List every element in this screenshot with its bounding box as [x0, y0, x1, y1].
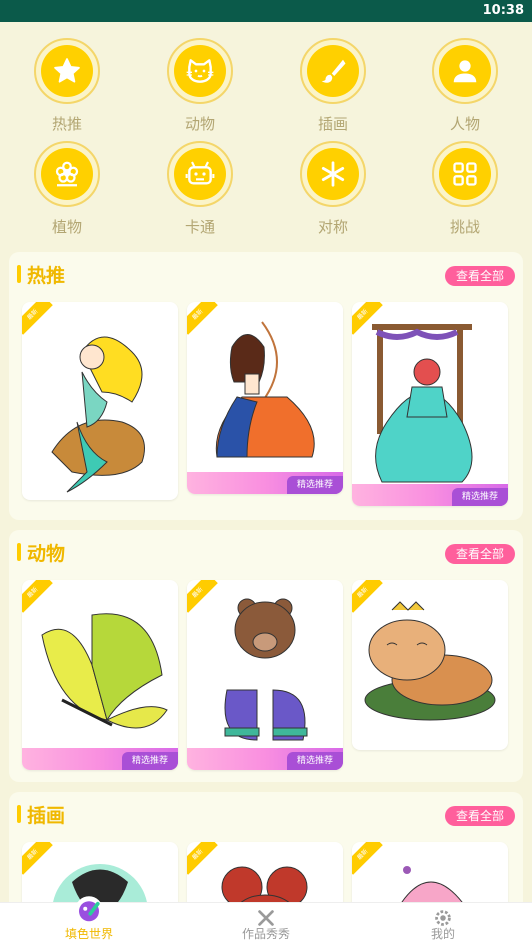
- category-label: 人物: [449, 115, 480, 133]
- view-all-button[interactable]: 查看全部: [445, 266, 515, 286]
- category-plants[interactable]: 植物: [22, 141, 112, 237]
- new-badge: 最新: [22, 842, 53, 875]
- new-badge: 最新: [22, 302, 53, 335]
- palette-icon: [75, 896, 103, 924]
- card-butterfly[interactable]: 最新 精选推荐: [22, 580, 178, 770]
- cat-icon: [186, 59, 214, 83]
- view-all-button[interactable]: 查看全部: [445, 544, 515, 564]
- category-label: 对称: [317, 218, 348, 236]
- status-bar: 10:38: [0, 0, 532, 22]
- category-symmetry[interactable]: 对称: [288, 141, 378, 237]
- tab-label: 我的: [430, 927, 455, 941]
- card-bear[interactable]: 最新 精选推荐: [187, 580, 343, 770]
- category-label: 动物: [184, 115, 215, 133]
- status-time: 10:38: [482, 3, 524, 18]
- featured-ribbon: 精选推荐: [352, 484, 508, 506]
- category-label: 热推: [51, 115, 82, 133]
- new-badge: 最新: [187, 842, 218, 875]
- featured-ribbon: 精选推荐: [22, 748, 178, 770]
- asterisk-icon: [321, 161, 345, 187]
- view-all-button[interactable]: 查看全部: [445, 806, 515, 826]
- section-animals: 动物 查看全部 最新 精选推荐 最新 精选推荐 最新: [9, 530, 523, 782]
- featured-ribbon: 精选推荐: [187, 472, 343, 494]
- category-cartoon[interactable]: 卡通: [155, 141, 245, 237]
- category-illustration[interactable]: 插画: [288, 38, 378, 134]
- person-icon: [453, 60, 477, 83]
- card-swing[interactable]: 最新 精选推荐: [352, 302, 508, 506]
- tab-label: 填色世界: [64, 927, 113, 941]
- category-hot[interactable]: 热推: [22, 38, 112, 134]
- category-challenge[interactable]: 挑战: [420, 141, 510, 237]
- section-hot: 热推 查看全部 最新 最新 精选推荐 最新 精选推荐: [9, 252, 523, 520]
- brush-icon: [321, 59, 346, 83]
- flower-icon: [55, 161, 79, 187]
- category-label: 挑战: [449, 218, 480, 236]
- featured-tag: 精选推荐: [287, 476, 343, 494]
- tab-mine[interactable]: 我的: [383, 903, 503, 944]
- bottom-tab-bar: 填色世界 作品秀秀 我的: [0, 896, 532, 944]
- category-label: 植物: [51, 218, 82, 236]
- featured-ribbon: 精选推荐: [187, 748, 343, 770]
- category-animals[interactable]: 动物: [155, 38, 245, 134]
- card-cat[interactable]: 最新: [352, 580, 508, 750]
- featured-tag: 精选推荐: [122, 752, 178, 770]
- section-title: 动物: [27, 543, 66, 565]
- new-badge: 最新: [187, 302, 218, 335]
- featured-tag: 精选推荐: [287, 752, 343, 770]
- star-icon: [54, 58, 80, 83]
- new-badge: 最新: [22, 580, 53, 613]
- card-archer[interactable]: 最新 精选推荐: [187, 302, 343, 494]
- tab-label: 作品秀秀: [241, 927, 290, 941]
- section-title: 热推: [27, 265, 66, 287]
- tab-showcase[interactable]: 作品秀秀: [206, 903, 326, 944]
- card-mermaid[interactable]: 最新: [22, 302, 178, 500]
- featured-tag: 精选推荐: [452, 488, 508, 506]
- new-badge: 最新: [352, 302, 383, 335]
- category-label: 插画: [317, 115, 348, 133]
- new-badge: 最新: [352, 842, 383, 875]
- robot-icon: [185, 161, 215, 185]
- tab-coloring-world[interactable]: 填色世界: [29, 896, 149, 944]
- grid-icon: [453, 162, 477, 186]
- section-title: 插画: [27, 805, 66, 827]
- new-badge: 最新: [352, 580, 383, 613]
- category-label: 卡通: [184, 218, 215, 236]
- new-badge: 最新: [187, 580, 218, 613]
- category-people[interactable]: 人物: [420, 38, 510, 134]
